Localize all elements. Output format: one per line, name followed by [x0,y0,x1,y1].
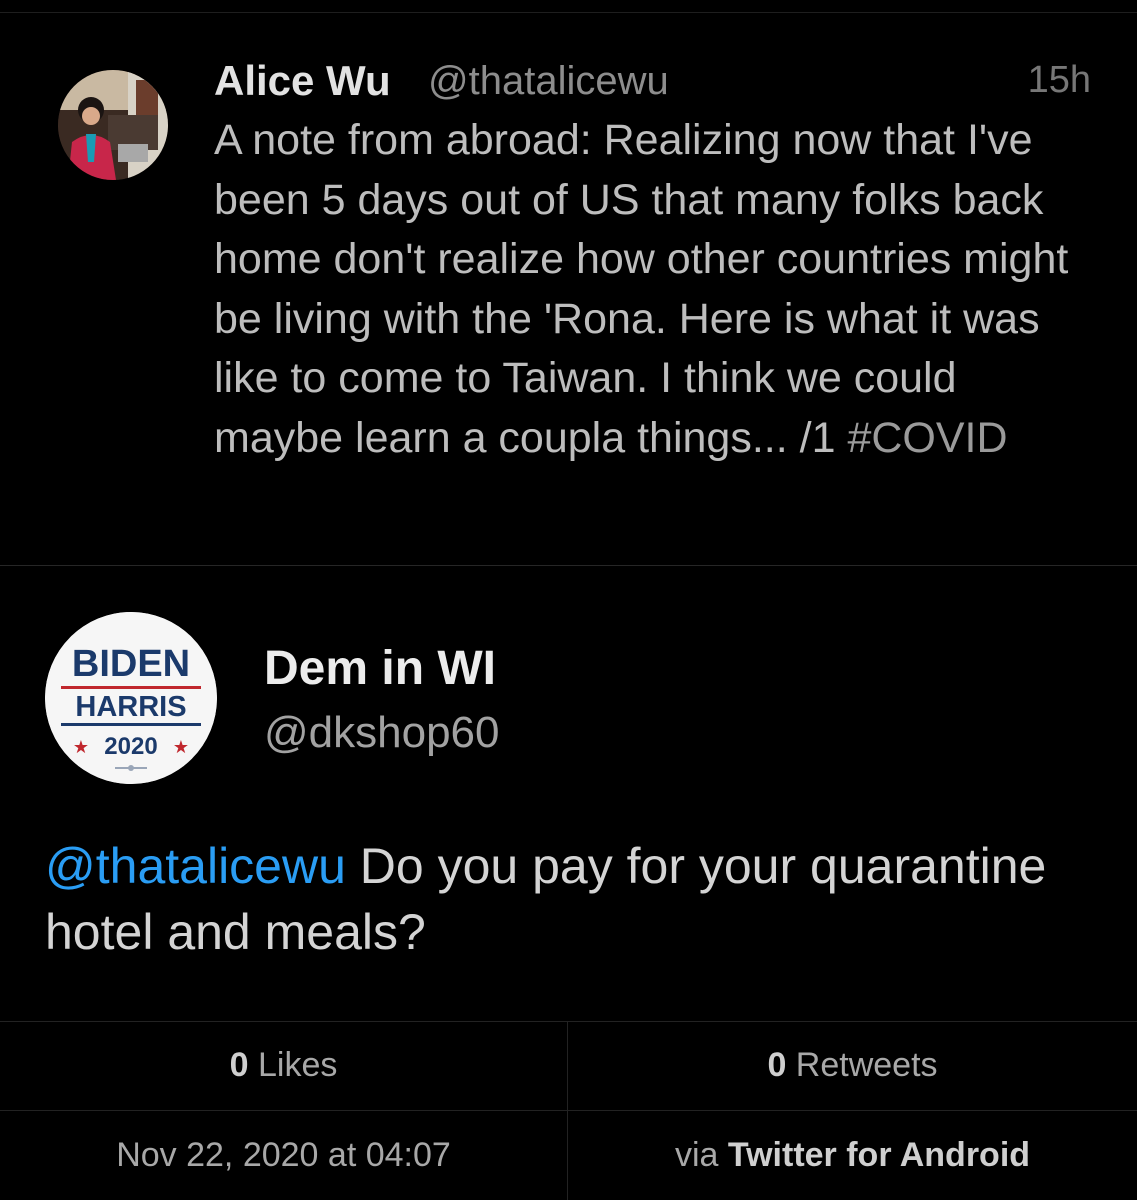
retweets-count: 0 [767,1046,787,1084]
logo-line3: 2020 [104,733,157,760]
avatar-photo [58,70,168,180]
retweets-stat[interactable]: 0 Retweets [568,1021,1137,1110]
timestamp-text: Nov 22, 2020 at 04:07 [116,1136,451,1174]
avatar[interactable] [58,70,168,180]
likes-stat[interactable]: 0 Likes [0,1021,567,1110]
likes-count: 0 [229,1046,249,1084]
likes-label: Likes [248,1046,338,1084]
author-handle[interactable]: @thatalicewu [428,59,669,104]
tweet-body: A note from abroad: Realizing now that I… [214,116,1069,462]
reply-avatar[interactable]: BIDEN HARRIS ★ 2020 ★ [45,612,217,784]
reply-author-handle[interactable]: @dkshop60 [264,708,500,758]
source-name: Twitter for Android [727,1136,1031,1174]
author-name[interactable]: Alice Wu [214,57,391,105]
reply-author-name[interactable]: Dem in WI [264,641,496,696]
tweet-stats: 0 Likes 0 Retweets Nov 22, 2020 at 04:07… [0,1021,1137,1200]
tweet-source: via Twitter for Android [568,1111,1137,1200]
logo-line1: BIDEN [72,643,190,685]
via-prefix: via [674,1136,728,1174]
tweet-time: 15h [1027,59,1091,101]
mention-link[interactable]: @thatalicewu [45,838,346,894]
retweets-label: Retweets [786,1046,938,1084]
svg-text:★: ★ [73,737,89,758]
tweet-text: A note from abroad: Realizing now that I… [214,111,1094,468]
logo-line2: HARRIS [75,691,186,723]
tweet-timestamp: Nov 22, 2020 at 04:07 [0,1111,567,1200]
section-divider [0,565,1137,566]
parent-tweet[interactable]: Alice Wu @thatalicewu 15h A note from ab… [0,13,1137,565]
biden-harris-logo: BIDEN HARRIS ★ 2020 ★ [45,612,217,784]
svg-text:★: ★ [173,737,189,758]
reply-text: @thatalicewu Do you pay for your quarant… [45,833,1105,965]
hashtag-link[interactable]: #COVID [847,414,1007,462]
